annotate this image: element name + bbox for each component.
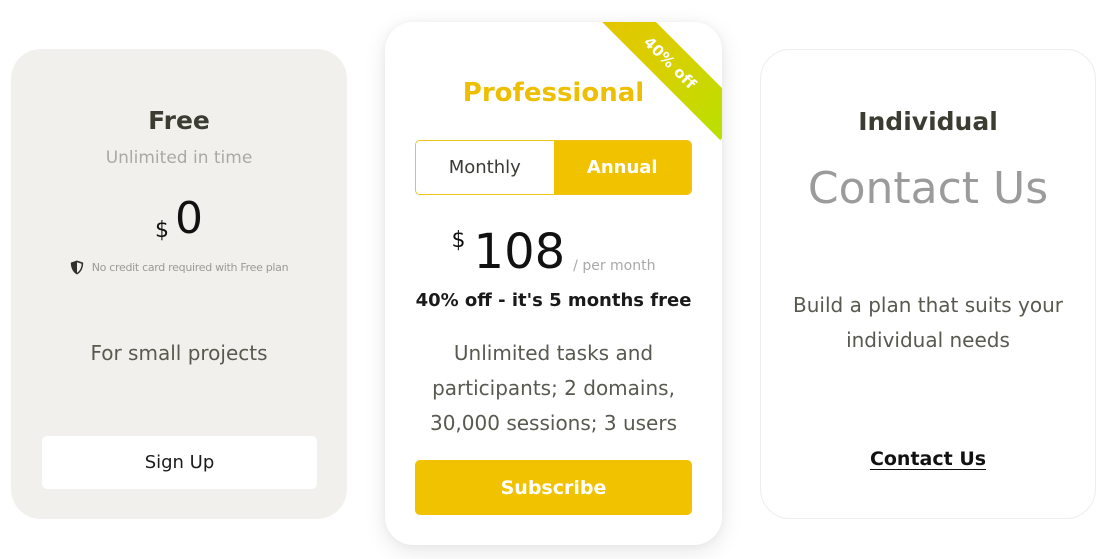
billing-option-monthly[interactable]: Monthly bbox=[416, 141, 554, 194]
individual-plan-description: Build a plan that suits your individual … bbox=[793, 293, 1063, 352]
free-plan-subtitle: Unlimited in time bbox=[105, 148, 253, 168]
currency-symbol: $ bbox=[451, 228, 466, 253]
price-period: / per month bbox=[573, 258, 656, 274]
note-text: No credit card required with Free plan bbox=[91, 261, 289, 274]
individual-plan-title: Individual bbox=[858, 107, 998, 136]
discount-offer-text: 40% off - it's 5 months free bbox=[415, 290, 692, 311]
free-plan-card: Free Unlimited in time $ 0 No credit car… bbox=[11, 49, 347, 519]
shield-icon bbox=[70, 260, 83, 275]
free-plan-title: Free bbox=[148, 106, 210, 135]
sign-up-button[interactable]: Sign Up bbox=[42, 436, 317, 489]
price-amount: 0 bbox=[175, 193, 203, 244]
free-plan-price: $ 0 bbox=[11, 193, 347, 245]
professional-plan-title: Professional bbox=[462, 78, 645, 108]
professional-plan-card: 40% off Professional Monthly Annual $ 10… bbox=[385, 22, 722, 545]
professional-plan-description: Unlimited tasks and participants; 2 doma… bbox=[429, 341, 677, 435]
professional-plan-price: $ 108 / per month bbox=[385, 226, 722, 278]
free-plan-description: For small projects bbox=[90, 341, 268, 365]
no-credit-card-note: No credit card required with Free plan bbox=[11, 260, 347, 275]
billing-period-toggle: Monthly Annual bbox=[415, 140, 692, 195]
currency-symbol: $ bbox=[155, 218, 169, 243]
individual-plan-headline: Contact Us bbox=[807, 163, 1049, 214]
individual-plan-card: Individual Contact Us Build a plan that … bbox=[760, 49, 1096, 519]
subscribe-button[interactable]: Subscribe bbox=[415, 460, 692, 515]
price-amount: 108 bbox=[473, 224, 566, 280]
billing-option-annual[interactable]: Annual bbox=[553, 141, 691, 194]
contact-us-link[interactable]: Contact Us bbox=[761, 448, 1095, 470]
